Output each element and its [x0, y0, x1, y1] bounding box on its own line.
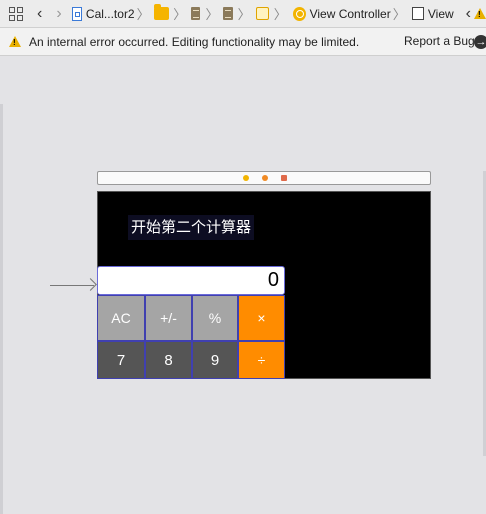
- breadcrumb-view-controller[interactable]: View Controller: [310, 7, 391, 21]
- breadcrumb-project[interactable]: Cal...tor2: [86, 7, 135, 21]
- exit-icon[interactable]: [281, 175, 287, 181]
- folder-icon[interactable]: [153, 4, 170, 20]
- calculator-display[interactable]: 0: [97, 266, 285, 295]
- scene-icon[interactable]: [255, 7, 269, 20]
- issue-back-chevron-icon[interactable]: ‹: [466, 5, 471, 23]
- storyboard-file-icon[interactable]: [191, 7, 201, 20]
- forward-chevron-icon[interactable]: ›: [56, 5, 61, 23]
- warning-banner: ! An internal error occurred. Editing fu…: [0, 28, 486, 56]
- key-divide[interactable]: ÷: [238, 341, 285, 379]
- breadcrumb-separator-icon: 〉: [136, 7, 150, 22]
- breadcrumb-separator-icon: 〉: [237, 7, 251, 22]
- project-file-icon: [71, 6, 82, 21]
- canvas-left-edge: [0, 104, 3, 514]
- warning-icon: !: [9, 36, 21, 47]
- key-ac[interactable]: AC: [97, 295, 145, 341]
- jump-bar: ‹ › Cal...tor2 〉 〉 〉 〉 〉 View Controller…: [0, 0, 486, 28]
- key-plus-minus[interactable]: +/-: [145, 295, 192, 341]
- view-controller-icon: [292, 6, 306, 21]
- back-chevron-icon[interactable]: ‹: [37, 5, 42, 23]
- storyboard-base-icon[interactable]: [223, 7, 233, 20]
- key-8[interactable]: 8: [145, 341, 192, 379]
- report-bug-link[interactable]: Report a Bug: [404, 34, 475, 48]
- breadcrumb-separator-icon: 〉: [392, 7, 406, 22]
- key-7[interactable]: 7: [97, 341, 145, 379]
- breadcrumb-view[interactable]: View: [428, 7, 454, 21]
- breadcrumb-separator-icon: 〉: [173, 7, 187, 22]
- view-icon: [411, 7, 424, 20]
- first-responder-icon[interactable]: [262, 175, 268, 181]
- warning-message: An internal error occurred. Editing func…: [29, 34, 360, 49]
- key-9[interactable]: 9: [192, 341, 238, 379]
- title-label[interactable]: 开始第二个计算器: [128, 215, 254, 240]
- view-controller-dock-icon[interactable]: [243, 175, 249, 181]
- report-arrow-icon[interactable]: →: [474, 35, 486, 49]
- key-percent[interactable]: %: [192, 295, 238, 341]
- issue-warning-icon[interactable]: !: [473, 8, 486, 19]
- scene-dock[interactable]: [97, 171, 431, 185]
- breadcrumb-separator-icon: 〉: [273, 7, 287, 22]
- key-multiply[interactable]: ×: [238, 295, 285, 341]
- breadcrumb-separator-icon: 〉: [205, 7, 219, 22]
- related-items-grid-icon[interactable]: [9, 6, 23, 21]
